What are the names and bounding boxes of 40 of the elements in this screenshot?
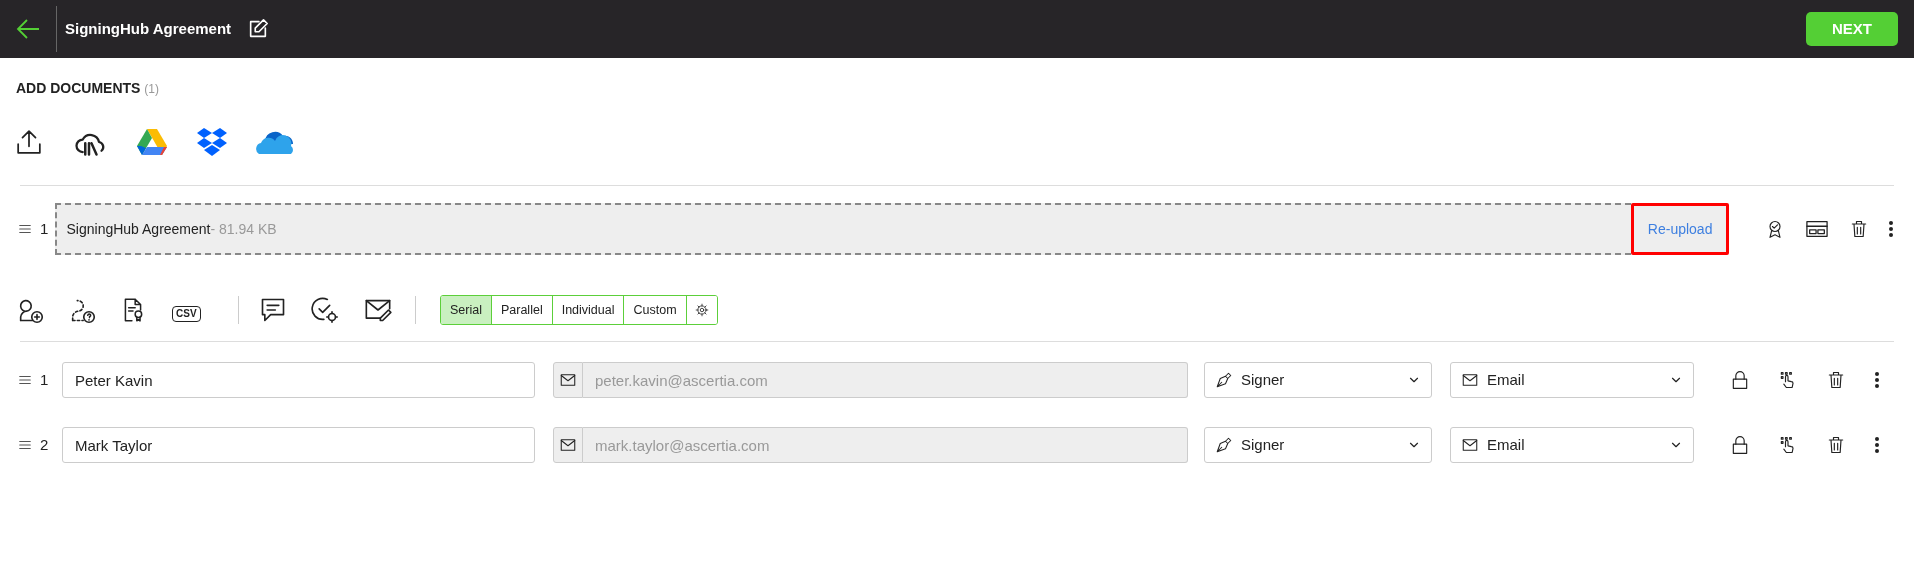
- delivery-dropdown[interactable]: Email: [1450, 427, 1694, 463]
- delivery-dropdown[interactable]: Email: [1450, 362, 1694, 398]
- drag-handle-icon: [18, 373, 32, 387]
- workflow-tab[interactable]: Serial: [441, 296, 492, 324]
- row-number: 2: [40, 434, 49, 455]
- row-number: 1: [40, 369, 49, 390]
- role-dropdown[interactable]: Signer: [1204, 427, 1432, 463]
- card-icon[interactable]: [1804, 218, 1831, 240]
- more-icon[interactable]: [1888, 220, 1894, 238]
- lock-icon[interactable]: [1730, 434, 1750, 456]
- dropbox-icon[interactable]: [196, 127, 228, 157]
- mail-icon: [559, 436, 577, 454]
- drive-icon[interactable]: [136, 128, 168, 156]
- section-title: ADD DOCUMENTS: [16, 80, 141, 96]
- settings-icon: [694, 303, 709, 317]
- upload-icon[interactable]: [16, 128, 42, 156]
- check-gear-icon[interactable]: [311, 296, 339, 324]
- mail-icon: [559, 371, 577, 389]
- name-field[interactable]: Peter Kavin: [62, 362, 535, 398]
- pen-nib-icon: [1215, 371, 1233, 389]
- lock-icon[interactable]: [1730, 369, 1750, 391]
- more-icon[interactable]: [1874, 436, 1880, 454]
- document-count: (1): [144, 82, 159, 96]
- comment-icon[interactable]: [259, 296, 287, 324]
- mail-icon: [1461, 371, 1479, 389]
- trash-icon[interactable]: [1826, 435, 1846, 455]
- csv-import-icon[interactable]: CSV: [172, 306, 201, 322]
- document-title: SigningHub Agreement: [65, 18, 232, 39]
- pen-nib-icon: [1215, 436, 1233, 454]
- row-number: 1: [40, 218, 49, 239]
- document-name: SigningHub Agreement- 81.94 KB: [65, 219, 278, 239]
- mail-icon: [1461, 436, 1479, 454]
- drag-handle-icon: [18, 438, 32, 452]
- trash-icon[interactable]: [1826, 370, 1846, 390]
- name-field[interactable]: Mark Taylor: [62, 427, 535, 463]
- back-arrow-icon[interactable]: [16, 18, 40, 40]
- more-icon[interactable]: [1874, 371, 1880, 389]
- drag-handle-icon: [18, 222, 32, 236]
- onedrive-icon[interactable]: [256, 129, 296, 155]
- role-dropdown[interactable]: Signer: [1204, 362, 1432, 398]
